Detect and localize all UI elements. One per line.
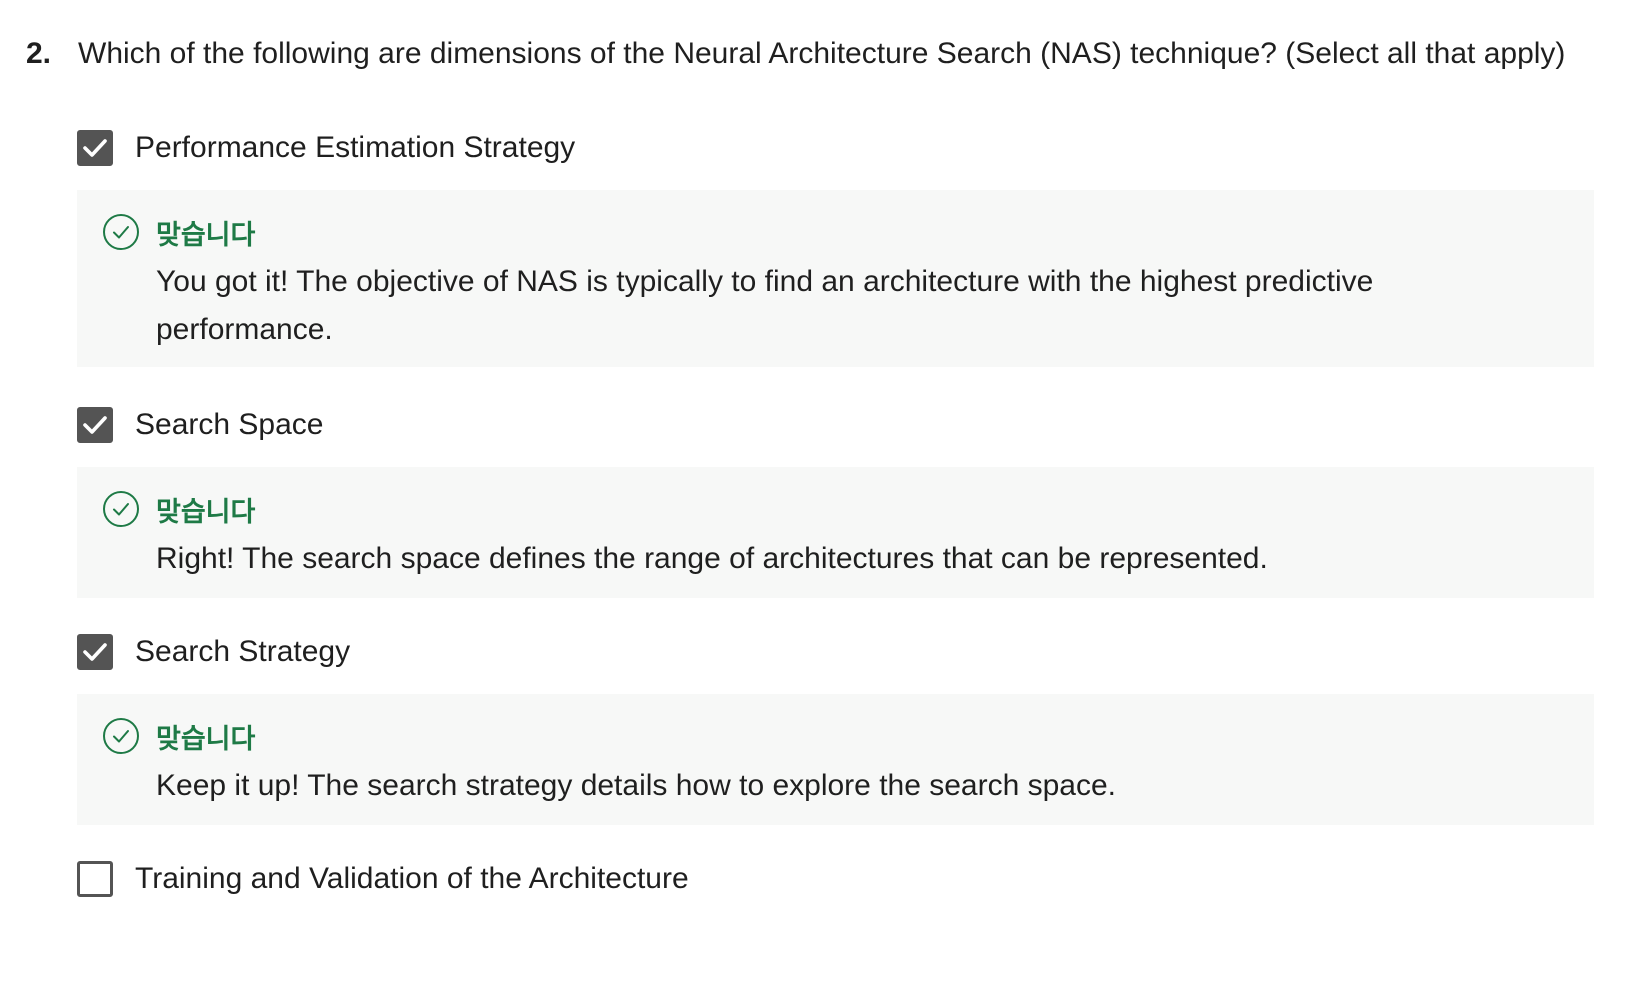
option-label: Training and Validation of the Architect…: [135, 862, 689, 895]
feedback-title: 맞습니다: [156, 219, 256, 251]
option-search-space[interactable]: Search Space: [77, 395, 1594, 455]
option-label: Performance Estimation Strategy: [135, 131, 576, 164]
question-text: Which of the following are dimensions of…: [78, 37, 1566, 70]
checkbox-checked[interactable]: [77, 130, 113, 166]
option-search-strategy[interactable]: Search Strategy: [77, 622, 1594, 682]
feedback-text: Right! The search space defines the rang…: [156, 542, 1268, 575]
checkbox-unchecked[interactable]: [77, 861, 113, 897]
feedback-panel: 맞습니다 You got it! The objective of NAS is…: [77, 190, 1594, 367]
feedback-title: 맞습니다: [156, 723, 256, 755]
feedback-panel: 맞습니다 Right! The search space defines the…: [77, 467, 1594, 598]
feedback-text: You got it! The objective of NAS is typi…: [156, 265, 1374, 346]
option-label: Search Space: [135, 408, 324, 441]
options-list: Performance Estimation Strategy 맞습니다 You…: [77, 118, 1594, 909]
option-performance-estimation-strategy[interactable]: Performance Estimation Strategy: [77, 118, 1594, 178]
option-training-and-validation[interactable]: Training and Validation of the Architect…: [77, 849, 1594, 909]
check-circle-icon: [103, 214, 139, 250]
check-circle-icon: [103, 718, 139, 754]
checkmark-icon: [83, 416, 107, 434]
question-header: 2. Which of the following are dimensions…: [26, 30, 1606, 78]
checkmark-icon: [83, 643, 107, 661]
checkbox-checked[interactable]: [77, 634, 113, 670]
check-circle-icon: [103, 491, 139, 527]
checkmark-icon: [83, 139, 107, 157]
option-label: Search Strategy: [135, 635, 351, 668]
feedback-text: Keep it up! The search strategy details …: [156, 769, 1116, 802]
feedback-title: 맞습니다: [156, 496, 256, 528]
feedback-panel: 맞습니다 Keep it up! The search strategy det…: [77, 694, 1594, 825]
checkbox-checked[interactable]: [77, 407, 113, 443]
question-number: 2.: [26, 37, 52, 70]
